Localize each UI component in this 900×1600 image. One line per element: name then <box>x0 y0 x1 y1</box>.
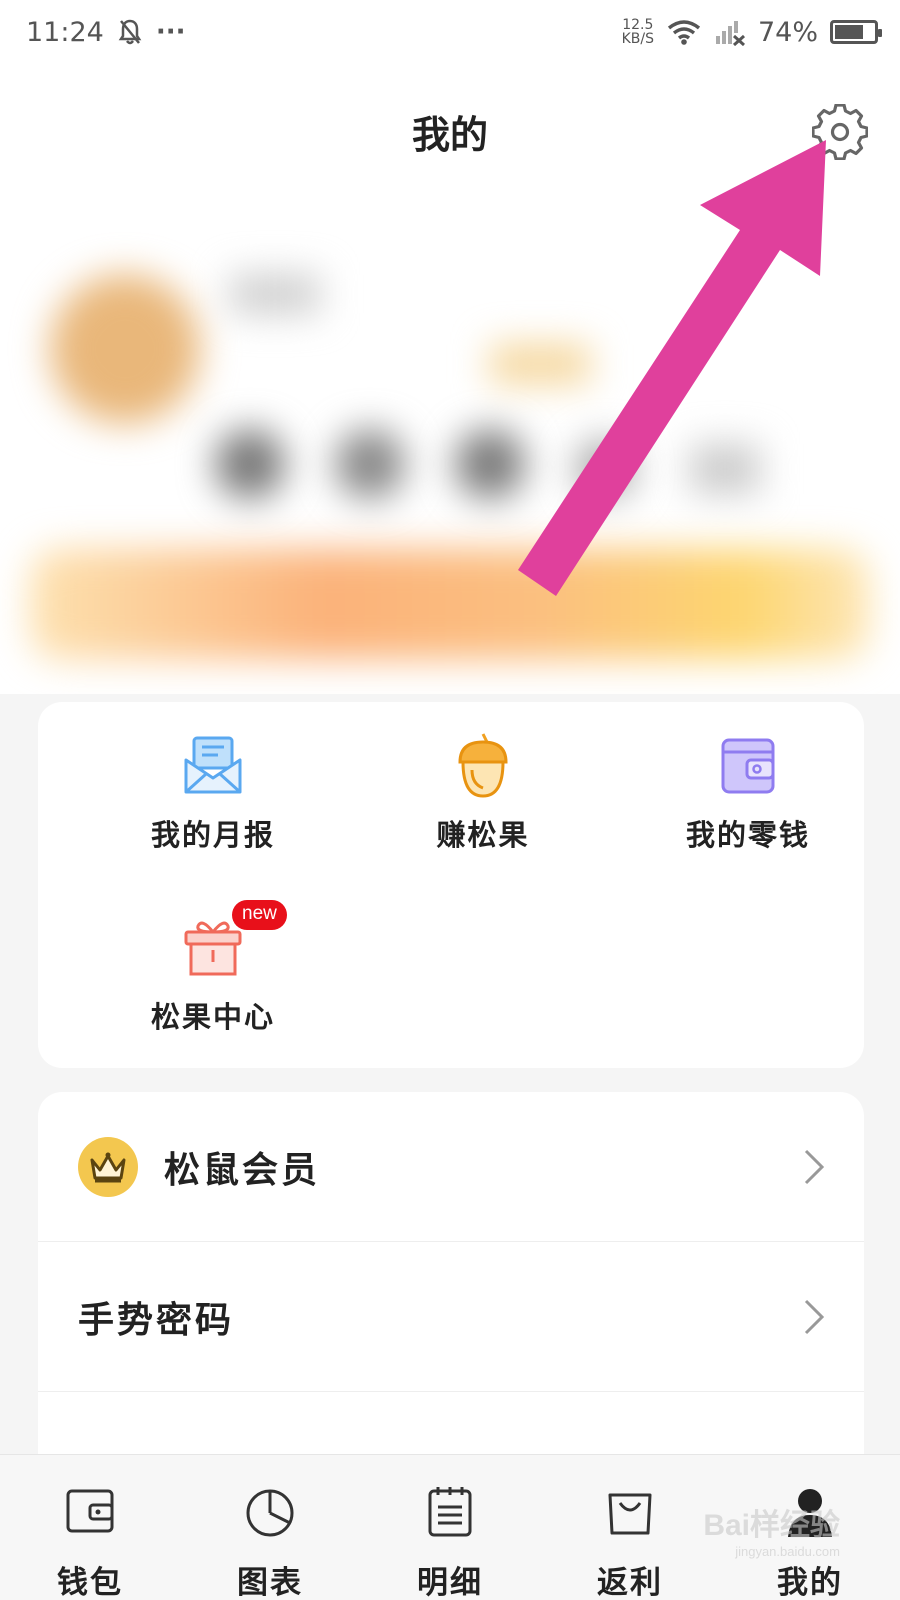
quick-action-label: 我的月报 <box>150 818 275 852</box>
chevron-right-icon <box>804 1149 825 1184</box>
quick-action-monthly-report[interactable]: 我的月报 <box>113 732 313 854</box>
stat-blurred <box>575 439 635 499</box>
watermark: Bai样经验 jingyan.baidu.com <box>703 1500 840 1559</box>
nav-item-chart[interactable]: 图表 <box>180 1455 360 1600</box>
battery-percent: 74% <box>757 16 818 48</box>
battery-icon <box>830 20 882 44</box>
stat-blurred <box>215 429 285 499</box>
settings-button[interactable] <box>811 103 869 161</box>
bell-muted-icon <box>118 19 142 45</box>
pie-chart-icon <box>246 1489 294 1537</box>
status-more: ··· <box>155 17 186 47</box>
status-bar: 11:24 ··· 12.5 KB/S 74% <box>0 0 900 64</box>
quick-action-label: 松果中心 <box>150 1000 275 1034</box>
page-title: 我的 <box>411 112 488 157</box>
acorn-icon <box>450 732 516 798</box>
nav-label: 明细 <box>417 1565 483 1600</box>
profile-area-blurred <box>0 204 900 694</box>
wifi-icon <box>667 20 701 45</box>
nav-item-wallet[interactable]: 钱包 <box>0 1455 180 1600</box>
menu-item-label: 手势密码 <box>78 1298 235 1341</box>
mail-report-icon <box>180 732 246 798</box>
menu-list-card: 松鼠会员 手势密码 <box>38 1092 864 1472</box>
quick-action-acorn-center[interactable]: new 松果中心 <box>113 900 313 1036</box>
watermark-brand: Bai样经验 <box>703 1509 840 1542</box>
status-left: 11:24 ··· <box>26 17 185 48</box>
quick-action-my-change[interactable]: 我的零钱 <box>648 732 848 854</box>
stat-blurred <box>455 429 525 499</box>
badge-blurred <box>490 344 590 384</box>
quick-actions-card: 我的月报 赚松果 我的零钱 new 松果中心 <box>38 702 864 1068</box>
watermark-url: jingyan.baidu.com <box>735 1544 840 1559</box>
status-time: 11:24 <box>26 16 104 48</box>
menu-item-squirrel-member[interactable]: 松鼠会员 <box>38 1092 864 1242</box>
nav-item-rebate[interactable]: 返利 <box>540 1455 720 1600</box>
stat-blurred <box>335 429 405 499</box>
quick-action-earn-acorns[interactable]: 赚松果 <box>383 732 583 854</box>
menu-item-gesture-password[interactable]: 手势密码 <box>38 1242 864 1392</box>
status-right: 12.5 KB/S 74% <box>622 16 882 48</box>
battery-fill <box>835 25 864 39</box>
list-icon <box>428 1487 472 1537</box>
stat-blurred <box>690 444 760 494</box>
menu-item-label: 松鼠会员 <box>164 1148 321 1191</box>
wallet-icon <box>66 1489 114 1533</box>
avatar[interactable] <box>50 274 200 424</box>
nav-label: 返利 <box>597 1565 663 1600</box>
gear-icon <box>811 103 869 161</box>
nav-label: 我的 <box>777 1565 843 1600</box>
quick-action-label: 我的零钱 <box>685 818 810 852</box>
shopping-bag-icon <box>608 1493 652 1535</box>
nav-label: 钱包 <box>57 1565 123 1600</box>
new-badge: new <box>232 900 287 930</box>
page-header: 我的 <box>0 64 900 204</box>
net-speed-unit: KB/S <box>621 31 654 47</box>
gift-icon: new <box>180 900 287 980</box>
net-speed-value: 12.5 <box>622 17 654 33</box>
signal-no-service-icon <box>715 21 745 46</box>
wallet-icon <box>715 732 781 798</box>
net-speed: 12.5 KB/S <box>622 18 654 46</box>
username-blurred <box>230 274 320 314</box>
nav-label: 图表 <box>237 1565 303 1600</box>
quick-action-label: 赚松果 <box>436 818 530 852</box>
banner-blurred[interactable] <box>30 549 870 659</box>
crown-icon <box>78 1136 138 1197</box>
chevron-right-icon <box>804 1299 825 1334</box>
nav-item-details[interactable]: 明细 <box>360 1455 540 1600</box>
